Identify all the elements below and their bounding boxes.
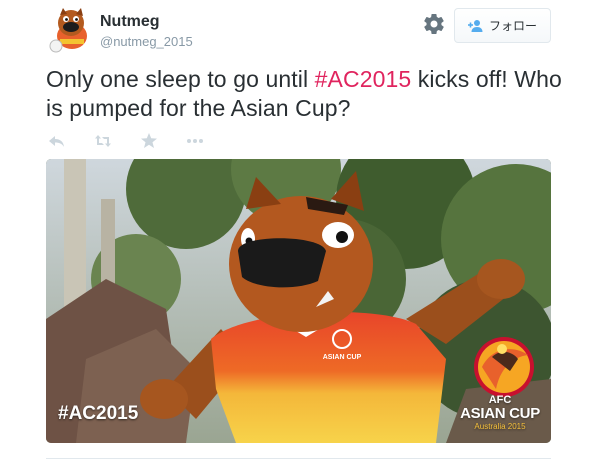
favorite-icon[interactable] xyxy=(140,132,158,150)
gear-icon[interactable] xyxy=(422,12,446,36)
follow-button-label: フォロー xyxy=(488,19,537,33)
afc-logo-text: AFC ASIAN CUP Australia 2015 xyxy=(452,395,548,432)
australia-2015-label: Australia 2015 xyxy=(474,422,526,431)
tweet-photo[interactable]: ASIAN CUP #AC2015 AFC ASIAN CUP Australi… xyxy=(46,159,551,443)
user-name[interactable]: Nutmeg xyxy=(100,13,160,31)
tweet: Nutmeg @nutmeg_2015 フォロー Only one sleep … xyxy=(0,0,595,463)
avatar[interactable] xyxy=(46,6,94,54)
add-user-icon xyxy=(467,19,483,32)
retweet-icon[interactable] xyxy=(94,132,112,150)
tweet-text-start: Only one sleep to go until xyxy=(46,66,315,92)
asian-cup-label: ASIAN CUP xyxy=(460,405,540,422)
follow-button[interactable]: フォロー xyxy=(454,8,551,43)
avatar-image xyxy=(49,8,87,53)
user-handle[interactable]: @nutmeg_2015 xyxy=(100,34,193,49)
hashtag-link[interactable]: #AC2015 xyxy=(315,66,412,92)
tweet-text: Only one sleep to go until #AC2015 kicks… xyxy=(46,65,566,123)
photo-hashtag: #AC2015 xyxy=(58,403,139,424)
svg-text:ASIAN CUP: ASIAN CUP xyxy=(323,354,362,361)
tweet-actions xyxy=(48,132,232,152)
reply-icon[interactable] xyxy=(48,132,66,150)
more-icon[interactable] xyxy=(186,132,204,150)
divider xyxy=(46,458,551,459)
